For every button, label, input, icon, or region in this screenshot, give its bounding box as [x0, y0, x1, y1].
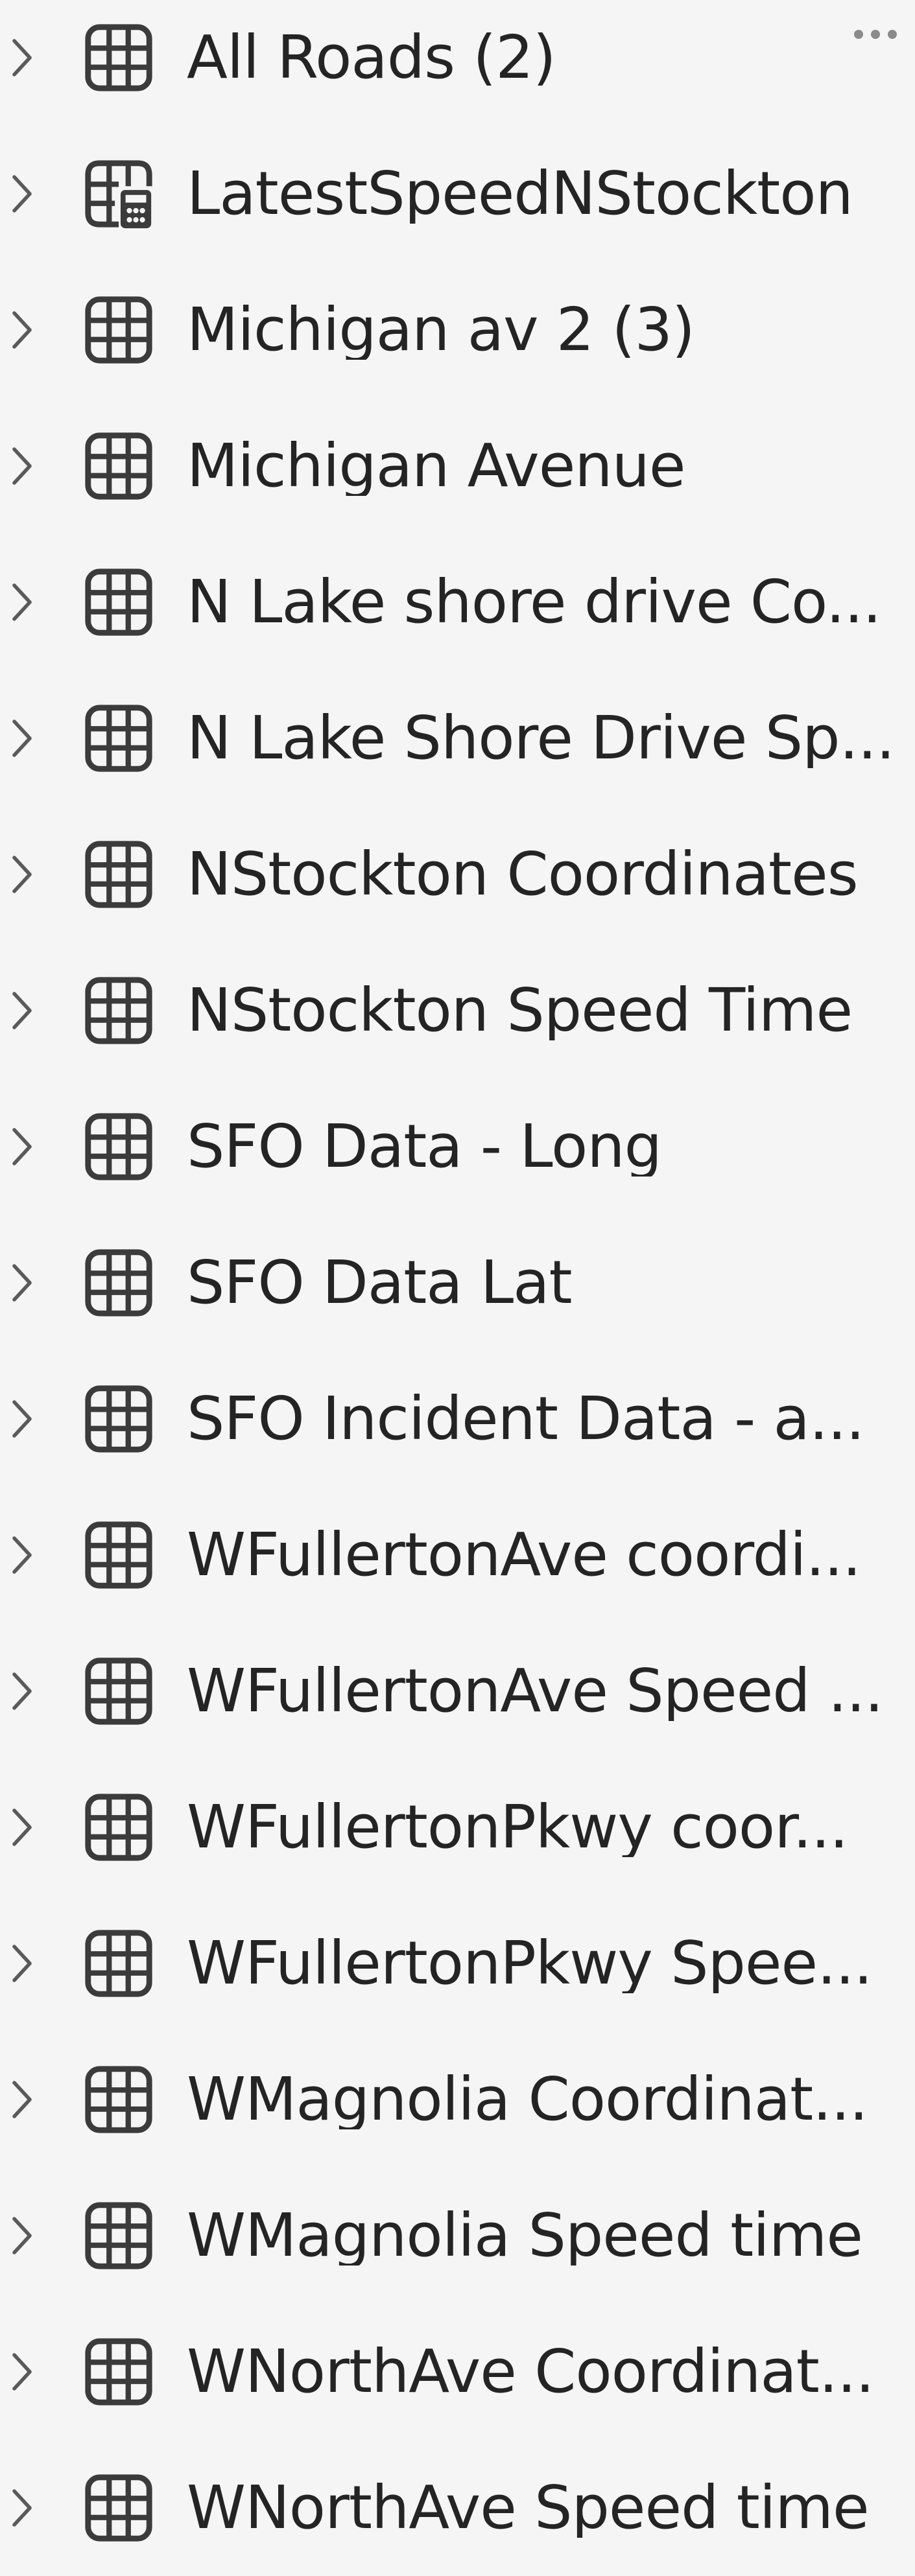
- tree-item-sfo-data-long[interactable]: SFO Data - Long: [0, 1079, 915, 1215]
- tree-item-label: WMagnolia Speed time: [187, 2206, 862, 2266]
- tree-item-wmagnolia-speed-time[interactable]: WMagnolia Speed time: [0, 2168, 915, 2304]
- tree-item-sfo-incident-data[interactable]: SFO Incident Data - a...: [0, 1351, 915, 1487]
- table-icon: [80, 1245, 157, 1321]
- tree-item-nstockton-coordinates[interactable]: NStockton Coordinates: [0, 806, 915, 943]
- table-icon: [80, 1653, 157, 1729]
- tree-item-wfullertonpkwy-speed[interactable]: WFullertonPkwy Spee...: [0, 1895, 915, 2032]
- tree-item-label: N Lake shore drive Co...: [187, 572, 881, 632]
- tree-item-latest-speed-nstockton[interactable]: LatestSpeedNStockton: [0, 126, 915, 262]
- tree-item-label: NStockton Coordinates: [187, 845, 858, 904]
- table-icon: [80, 972, 157, 1049]
- more-dot-icon: [888, 30, 897, 39]
- chevron-right-icon[interactable]: [9, 2215, 35, 2256]
- chevron-right-icon[interactable]: [9, 173, 35, 215]
- tree-item-michigan-av-2-3[interactable]: Michigan av 2 (3): [0, 262, 915, 398]
- table-icon: [80, 1789, 157, 1866]
- table-icon: [80, 564, 157, 640]
- chevron-right-icon[interactable]: [9, 1398, 35, 1440]
- tree-item-label: WMagnolia Coordinat...: [187, 2070, 868, 2129]
- tree-item-wnorthave-coordinates[interactable]: WNorthAve Coordinat...: [0, 2304, 915, 2440]
- tree-item-label: Michigan av 2 (3): [187, 300, 695, 360]
- table-icon: [80, 2334, 157, 2410]
- tree-item-label: SFO Data Lat: [187, 1253, 572, 1313]
- tree-item-label: SFO Data - Long: [187, 1117, 661, 1177]
- tree-item-label: WNorthAve Speed time: [187, 2478, 869, 2538]
- table-list-tree: All Roads (2) LatestSpeedNStockton Michi…: [0, 0, 915, 2571]
- tree-item-label: SFO Incident Data - a...: [187, 1389, 864, 1449]
- table-icon: [80, 1381, 157, 1457]
- chevron-right-icon[interactable]: [9, 309, 35, 351]
- table-icon: [80, 836, 157, 913]
- tree-item-wmagnolia-coordinates[interactable]: WMagnolia Coordinat...: [0, 2032, 915, 2168]
- chevron-right-icon[interactable]: [9, 1262, 35, 1304]
- chevron-right-icon[interactable]: [9, 2079, 35, 2120]
- more-dot-icon: [854, 30, 863, 39]
- table-icon: [80, 700, 157, 777]
- tree-item-all-roads-2[interactable]: All Roads (2): [0, 0, 915, 126]
- chevron-right-icon[interactable]: [9, 854, 35, 895]
- chevron-right-icon[interactable]: [9, 2487, 35, 2529]
- chevron-right-icon[interactable]: [9, 445, 35, 487]
- tree-item-label: WNorthAve Coordinat...: [187, 2342, 874, 2402]
- chevron-right-icon[interactable]: [9, 990, 35, 1031]
- tree-item-label: WFullertonAve Speed ...: [187, 1661, 883, 1721]
- tree-item-michigan-avenue[interactable]: Michigan Avenue: [0, 398, 915, 534]
- chevron-right-icon[interactable]: [9, 581, 35, 623]
- tree-item-wfullertonave-coordinates[interactable]: WFullertonAve coordi...: [0, 1487, 915, 1623]
- tree-item-n-lake-shore-drive-coordinates[interactable]: N Lake shore drive Co...: [0, 534, 915, 670]
- tree-item-label: WFullertonAve coordi...: [187, 1525, 861, 1585]
- chevron-right-icon[interactable]: [9, 2351, 35, 2393]
- chevron-right-icon[interactable]: [9, 718, 35, 759]
- table-icon: [80, 1925, 157, 2002]
- table-icon: [80, 292, 157, 368]
- tree-item-nstockton-speed-time[interactable]: NStockton Speed Time: [0, 943, 915, 1079]
- table-icon: [80, 19, 157, 96]
- tree-item-label: WFullertonPkwy Spee...: [187, 1934, 872, 1993]
- tree-item-wnorthave-speed-time[interactable]: WNorthAve Speed time: [0, 2440, 915, 2576]
- tree-item-wfullertonpkwy-coordinates[interactable]: WFullertonPkwy coor...: [0, 1759, 915, 1895]
- table-icon: [80, 2061, 157, 2138]
- more-options-button[interactable]: [846, 25, 905, 44]
- more-dot-icon: [871, 30, 880, 39]
- table-icon: [80, 2470, 157, 2546]
- table-icon: [80, 1108, 157, 1185]
- chevron-right-icon[interactable]: [9, 1534, 35, 1576]
- tree-item-sfo-data-lat[interactable]: SFO Data Lat: [0, 1215, 915, 1351]
- chevron-right-icon[interactable]: [9, 1670, 35, 1712]
- tree-item-label: N Lake Shore Drive Sp...: [187, 708, 895, 768]
- tree-item-label: All Roads (2): [187, 28, 556, 88]
- chevron-right-icon[interactable]: [9, 1126, 35, 1167]
- tree-item-label: LatestSpeedNStockton: [187, 164, 853, 224]
- chevron-right-icon[interactable]: [9, 1807, 35, 1848]
- chevron-right-icon[interactable]: [9, 37, 35, 78]
- tree-item-n-lake-shore-drive-speed[interactable]: N Lake Shore Drive Sp...: [0, 670, 915, 806]
- table-icon: [80, 1517, 157, 1593]
- table-icon: [80, 2197, 157, 2274]
- table-calculator-icon: [80, 156, 157, 232]
- tree-item-wfullertonave-speed[interactable]: WFullertonAve Speed ...: [0, 1623, 915, 1759]
- tree-item-label: WFullertonPkwy coor...: [187, 1797, 848, 1857]
- tree-item-label: Michigan Avenue: [187, 436, 685, 496]
- tree-item-label: NStockton Speed Time: [187, 981, 853, 1040]
- table-icon: [80, 428, 157, 504]
- chevron-right-icon[interactable]: [9, 1943, 35, 1984]
